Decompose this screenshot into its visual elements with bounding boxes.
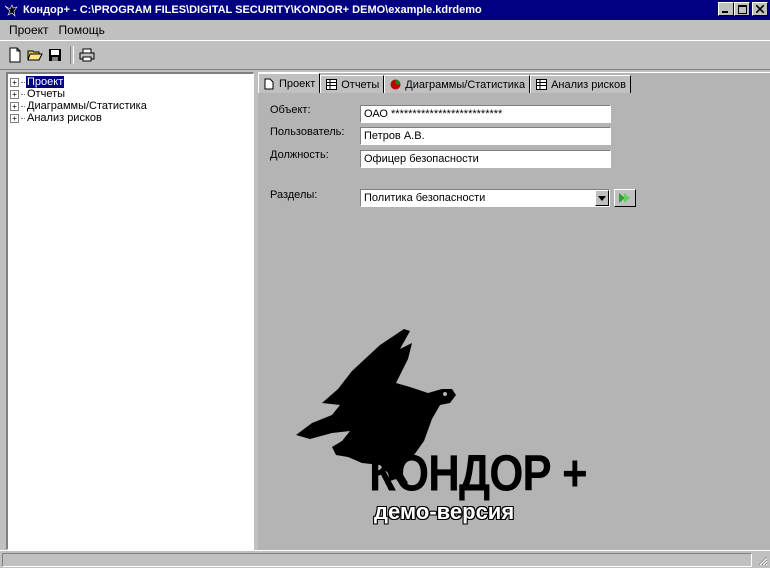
tree-item-label: Проект [24,75,66,89]
expand-plus-icon[interactable]: + [10,101,19,111]
tab-strip: Проект Отчеты Диаграммы/Статистика Анали… [258,73,631,93]
print-icon [79,48,95,62]
sections-select[interactable]: Политика безопасности [360,189,610,207]
sections-label: Разделы: [270,189,318,201]
close-icon [756,5,764,13]
maximize-icon [737,4,747,14]
table-icon [325,79,337,91]
open-folder-button[interactable] [26,46,44,64]
dropdown-arrow-icon[interactable] [595,190,609,206]
tree-item-project[interactable]: + Проект [10,75,253,89]
project-pane: Проект Отчеты Диаграммы/Статистика Анали… [258,72,770,550]
menu-project[interactable]: Проект [4,23,54,37]
print-button[interactable] [78,46,96,64]
project-tree[interactable]: + Проект + Отчеты + Диаграммы/Статистика… [6,72,254,550]
tree-item-reports[interactable]: + Отчеты [10,88,253,100]
object-label: Объект: [270,104,311,116]
resize-grip-icon[interactable] [756,554,768,566]
sections-selected-value: Политика безопасности [364,192,486,204]
logo-name: КОНДОР + [369,445,588,502]
tab-charts[interactable]: Диаграммы/Статистика [384,75,531,93]
minimize-icon [722,11,728,13]
user-label: Пользователь: [270,126,345,138]
tree-item-label: Анализ рисков [27,112,102,124]
tab-label: Отчеты [341,78,380,91]
open-folder-icon [27,50,43,61]
tree-item-risk-analysis[interactable]: + Анализ рисков [10,112,253,124]
toolbar-separator [70,46,74,64]
save-disk-icon [49,49,61,61]
go-button[interactable] [614,189,636,207]
title-bar: Кондор+ - C:\PROGRAM FILES\DIGITAL SECUR… [0,0,770,20]
tab-label: Проект [279,77,316,90]
tab-label: Диаграммы/Статистика [405,78,526,91]
user-field[interactable]: Петров А.В. [360,127,611,145]
tab-reports[interactable]: Отчеты [320,75,385,93]
close-button[interactable] [752,2,768,16]
position-label: Должность: [270,149,329,161]
tree-item-label: Диаграммы/Статистика [27,100,147,112]
save-button[interactable] [46,46,64,64]
table-icon [535,79,547,91]
tab-risk-analysis[interactable]: Анализ рисков [530,75,631,93]
tree-item-charts[interactable]: + Диаграммы/Статистика [10,100,253,112]
position-field[interactable]: Офицер безопасности [360,150,611,168]
document-icon [263,78,275,90]
window-title: Кондор+ - C:\PROGRAM FILES\DIGITAL SECUR… [23,4,482,16]
menu-help[interactable]: Помощь [54,23,110,37]
object-field[interactable]: ОАО ************************** [360,105,611,123]
expand-plus-icon[interactable]: + [10,113,19,123]
toolbar [0,40,770,70]
tab-project[interactable]: Проект [258,73,321,93]
expand-plus-icon[interactable]: + [10,77,19,87]
expand-plus-icon[interactable]: + [10,89,19,99]
pie-chart-icon [389,79,401,91]
double-arrow-right-icon [619,193,630,203]
tab-label: Анализ рисков [551,78,626,91]
new-document-icon [9,47,21,63]
menu-bar: Проект Помощь [0,20,770,40]
status-panel [2,553,752,567]
minimize-button[interactable] [718,2,734,16]
maximize-button[interactable] [734,2,750,16]
tree-item-label: Отчеты [27,88,66,100]
condor-app-icon [3,2,19,18]
logo-subtitle: демо-версия [373,499,515,524]
new-document-button[interactable] [6,46,24,64]
status-bar [0,550,770,568]
